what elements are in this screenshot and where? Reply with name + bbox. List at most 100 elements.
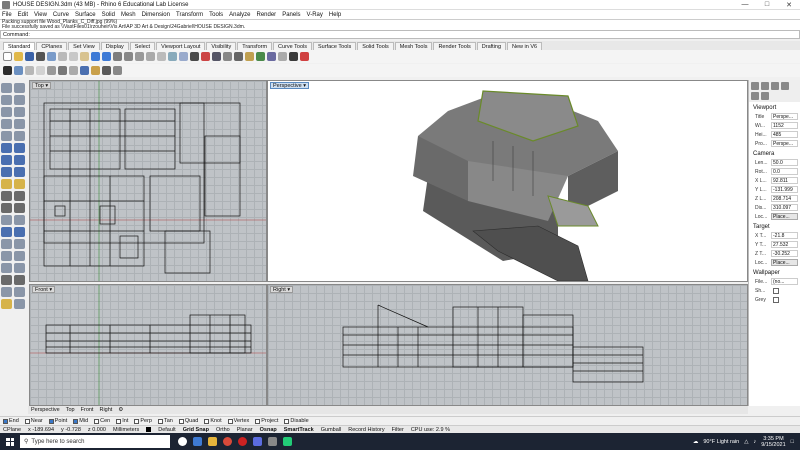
tab-visibility[interactable]: Visibility xyxy=(206,42,237,50)
grey-checkbox[interactable] xyxy=(773,296,779,303)
undo-view-icon[interactable] xyxy=(179,52,188,61)
explode-icon[interactable] xyxy=(1,215,12,225)
vp-tab-top[interactable]: Top xyxy=(66,407,75,413)
viewport-tab-icon[interactable] xyxy=(751,92,759,100)
smarttrack-toggle[interactable]: SmartTrack xyxy=(284,427,314,433)
tab-transform[interactable]: Transform xyxy=(237,42,273,50)
four-view-icon[interactable] xyxy=(190,52,199,61)
tab-surface-tools[interactable]: Surface Tools xyxy=(313,42,357,50)
task-view-icon[interactable] xyxy=(178,437,187,446)
fillet-icon[interactable] xyxy=(1,191,12,201)
save-icon[interactable] xyxy=(25,52,34,61)
zoom-window-icon[interactable] xyxy=(146,52,155,61)
osnap-mid[interactable]: Mid xyxy=(73,418,88,424)
osnap-disable[interactable]: Disable xyxy=(284,418,309,424)
cplane-icon[interactable] xyxy=(212,52,221,61)
maximize-icon[interactable]: □ xyxy=(756,1,778,9)
vray-frame-buffer-icon[interactable] xyxy=(25,66,34,75)
ortho-toggle[interactable]: Ortho xyxy=(216,427,230,433)
osnap-quad[interactable]: Quad xyxy=(178,418,198,424)
osnap-knot[interactable]: Knot xyxy=(204,418,222,424)
rectangle-icon[interactable] xyxy=(14,119,25,129)
chrome-icon[interactable] xyxy=(223,437,232,446)
circle-icon[interactable] xyxy=(1,107,12,117)
select-arrow-icon[interactable] xyxy=(1,83,12,93)
vray-render-icon[interactable] xyxy=(3,66,12,75)
boolean-union-icon[interactable] xyxy=(1,227,12,237)
cut-icon[interactable] xyxy=(58,52,67,61)
menu-view[interactable]: View xyxy=(34,12,47,18)
rendered-icon[interactable] xyxy=(245,52,254,61)
mesh-icon[interactable] xyxy=(14,167,25,177)
show-icon[interactable] xyxy=(14,299,25,309)
menu-panels[interactable]: Panels xyxy=(282,12,300,18)
scale-icon[interactable] xyxy=(14,251,25,261)
viewport-perspective[interactable]: Perspective ▾ xyxy=(267,80,748,282)
volume-icon[interactable]: ♪ xyxy=(753,439,756,445)
tab-set-view[interactable]: Set View xyxy=(68,42,100,50)
menu-file[interactable]: File xyxy=(2,12,12,18)
taskbar-search-input[interactable]: ⚲ Type here to search xyxy=(20,435,170,448)
vray-proxy-icon[interactable] xyxy=(58,66,67,75)
osnap-end[interactable]: End xyxy=(3,418,19,424)
tab-drafting[interactable]: Drafting xyxy=(476,42,507,50)
planar-toggle[interactable]: Planar xyxy=(237,427,253,433)
maximize-view-icon[interactable] xyxy=(201,52,210,61)
lens-field[interactable]: 50.0 xyxy=(771,159,798,166)
group-icon[interactable] xyxy=(14,215,25,225)
materials-tab-icon[interactable] xyxy=(761,92,769,100)
render-icon[interactable] xyxy=(289,52,298,61)
x-location-field[interactable]: 92.811 xyxy=(771,177,798,184)
projection-select[interactable]: Perspe... xyxy=(771,140,798,147)
units-label[interactable]: Millimeters xyxy=(113,427,139,433)
ellipse-icon[interactable] xyxy=(1,119,12,129)
menu-dimension[interactable]: Dimension xyxy=(142,12,170,18)
place-camera-button[interactable]: Place... xyxy=(771,213,798,220)
menu-analyze[interactable]: Analyze xyxy=(229,12,250,18)
height-field[interactable]: 485 xyxy=(771,131,798,138)
osnap-point[interactable]: Point xyxy=(48,418,67,424)
tab-new-in-v6[interactable]: New in V6 xyxy=(507,42,543,50)
sphere-icon[interactable] xyxy=(14,155,25,165)
undo-icon[interactable] xyxy=(91,52,100,61)
viewport-label-front[interactable]: Front ▾ xyxy=(32,286,56,293)
menu-mesh[interactable]: Mesh xyxy=(121,12,136,18)
notifications-icon[interactable]: □ xyxy=(791,439,794,445)
properties-tab-icon[interactable] xyxy=(751,82,759,90)
zoom-icon[interactable] xyxy=(135,52,144,61)
array-icon[interactable] xyxy=(14,263,25,273)
vray-sun-icon[interactable] xyxy=(91,66,100,75)
tab-solid-tools[interactable]: Solid Tools xyxy=(357,42,394,50)
redo-icon[interactable] xyxy=(102,52,111,61)
paste-icon[interactable] xyxy=(80,52,89,61)
vray-settings-icon[interactable] xyxy=(113,66,122,75)
viewport-top[interactable]: Top ▾ xyxy=(29,80,267,282)
tab-mesh-tools[interactable]: Mesh Tools xyxy=(394,42,433,50)
wallpaper-file-field[interactable]: (no... xyxy=(771,278,798,285)
minimize-icon[interactable]: — xyxy=(734,1,756,9)
tab-display[interactable]: Display xyxy=(100,42,129,50)
menu-surface[interactable]: Surface xyxy=(75,12,96,18)
print-icon[interactable] xyxy=(36,52,45,61)
osnap-vertex[interactable]: Vertex xyxy=(227,418,249,424)
light-icon[interactable] xyxy=(1,299,12,309)
arc-icon[interactable] xyxy=(14,107,25,117)
polygon-icon[interactable] xyxy=(1,131,12,141)
mirror-icon[interactable] xyxy=(1,263,12,273)
tab-standard[interactable]: Standard xyxy=(3,42,36,50)
menu-solid[interactable]: Solid xyxy=(102,12,115,18)
vp-tab-perspective[interactable]: Perspective xyxy=(31,407,60,413)
z-target-field[interactable]: -30.252 xyxy=(771,250,798,257)
lock-icon[interactable] xyxy=(14,287,25,297)
display-tab-icon[interactable] xyxy=(771,82,779,90)
surface-icon[interactable] xyxy=(1,143,12,153)
y-location-field[interactable]: -131.999 xyxy=(771,186,798,193)
vp-tab-right[interactable]: Right xyxy=(99,407,112,413)
rotate-view-icon[interactable] xyxy=(124,52,133,61)
place-target-button[interactable]: Place... xyxy=(771,259,798,266)
viewport-label-right[interactable]: Right ▾ xyxy=(270,286,294,293)
z-location-field[interactable]: 208.714 xyxy=(771,195,798,202)
zoom-selected-icon[interactable] xyxy=(168,52,177,61)
osnap-project[interactable]: Project xyxy=(255,418,278,424)
network-icon[interactable]: △ xyxy=(744,439,748,445)
